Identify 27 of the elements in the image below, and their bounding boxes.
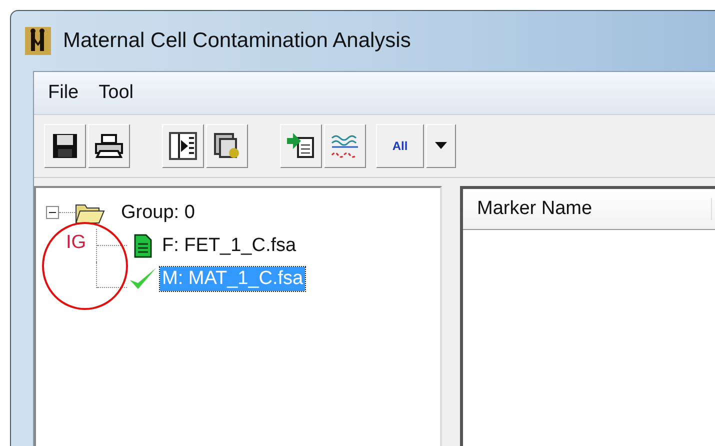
window-title: Maternal Cell Contamination Analysis <box>63 29 411 53</box>
menu-item[interactable]: File <box>40 80 87 106</box>
print-button[interactable] <box>88 124 130 168</box>
split-view-button[interactable] <box>162 124 204 168</box>
checkmark-icon <box>129 266 157 290</box>
dropdown-button[interactable] <box>426 124 456 168</box>
app-logo-icon <box>25 27 51 55</box>
annotation-label: IG <box>66 232 86 254</box>
arrow-into-document-icon <box>286 132 316 160</box>
split-panel-icon <box>169 132 197 160</box>
document-icon <box>134 234 152 258</box>
caret-icon <box>435 142 447 150</box>
import-button[interactable] <box>280 124 322 168</box>
export-button[interactable] <box>206 124 248 168</box>
printer-icon <box>94 133 124 159</box>
tree-connector-line <box>96 229 126 262</box>
save-button[interactable] <box>44 124 86 168</box>
stacked-pages-icon <box>213 132 241 160</box>
tree-connector-line <box>96 262 126 288</box>
all-button[interactable]: All <box>376 124 424 168</box>
folder-icon <box>75 202 105 224</box>
wave-lines-icon <box>330 132 360 160</box>
collapse-toggle[interactable] <box>46 206 59 219</box>
menu-item[interactable]: Tool <box>90 80 142 106</box>
tree-item[interactable]: Group: 0 <box>119 200 197 224</box>
tree-item[interactable]: F: FET_1_C.fsa <box>160 234 298 258</box>
traces-button[interactable] <box>324 124 366 168</box>
